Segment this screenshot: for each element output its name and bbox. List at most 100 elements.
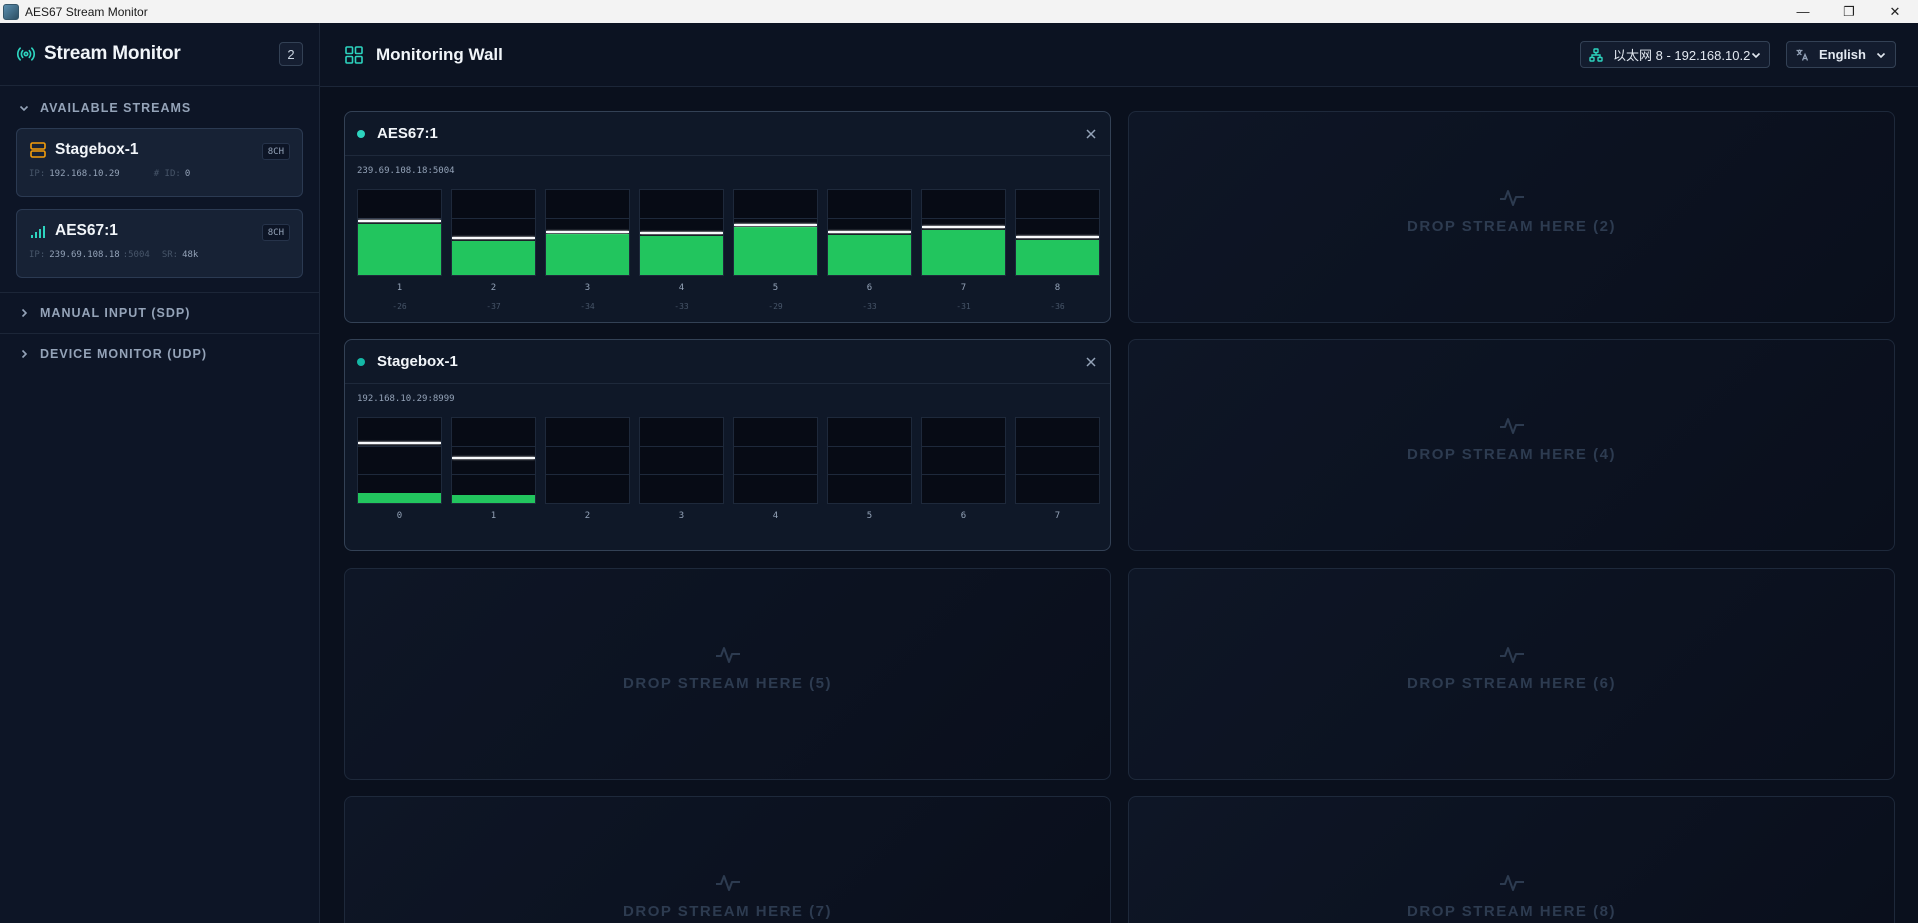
section-label: MANUAL INPUT (SDP): [40, 306, 191, 320]
close-icon: ✕: [1889, 3, 1901, 19]
db-readout: -26: [392, 302, 407, 311]
db-readout: -37: [486, 302, 501, 311]
level-meter: [921, 189, 1006, 276]
meter-channel: 4: [733, 417, 818, 521]
meter-gridline: [452, 446, 535, 448]
stream-card-stagebox[interactable]: Stagebox-1 8CH IP: 192.168.10.29 # ID: 0: [16, 128, 303, 197]
main-area: Monitoring Wall 以太网 8 - 192.168.10.2 Eng…: [320, 23, 1918, 923]
monitor-header: AES67:1: [345, 112, 1110, 156]
drop-slot-label: DROP STREAM HERE (4): [1407, 446, 1616, 463]
level-fill: [922, 229, 1005, 275]
meter-gridline: [922, 446, 1005, 448]
sidebar-header: Stream Monitor 2: [0, 23, 319, 86]
level-meter: [451, 417, 536, 504]
server-icon: [30, 142, 46, 158]
db-readout: -33: [862, 302, 877, 311]
meter-gridline: [358, 474, 441, 476]
drop-slot-7[interactable]: DROP STREAM HERE (7): [344, 796, 1111, 923]
meter-channel: 1: [451, 417, 536, 521]
peak-hold-line: [546, 230, 629, 233]
chevron-down-icon: [19, 105, 29, 112]
channel-label: 1: [490, 511, 497, 521]
meter-gridline: [734, 474, 817, 476]
broadcast-icon: [16, 47, 36, 61]
db-readout: -36: [1050, 302, 1065, 311]
level-meter: [545, 417, 630, 504]
network-icon: [1589, 47, 1603, 62]
peak-hold-line: [358, 220, 441, 223]
meter-gridline: [452, 218, 535, 220]
level-meter: [639, 417, 724, 504]
meter-gridline: [734, 218, 817, 220]
meter-bank: 1 -26 2 -37 3 -34 4 -33 5 -29 6 -33 7 -31 8 -36: [357, 189, 1100, 311]
channel-label: 1: [396, 283, 403, 293]
meter-gridline: [828, 474, 911, 476]
drop-slot-label: DROP STREAM HERE (8): [1407, 903, 1616, 920]
meter-channel: 5: [827, 417, 912, 521]
channel-label: 7: [960, 283, 967, 293]
chevron-down-icon: [1876, 52, 1886, 58]
section-manual-input[interactable]: MANUAL INPUT (SDP): [0, 293, 319, 333]
meter-gridline: [922, 474, 1005, 476]
stream-count-badge: 2: [279, 42, 303, 66]
level-meter: [1015, 189, 1100, 276]
minimize-icon: —: [1796, 4, 1810, 19]
meter-gridline: [358, 218, 441, 220]
meter-channel: 3: [639, 417, 724, 521]
signal-bars-icon: [31, 226, 45, 238]
peak-hold-line: [640, 232, 723, 235]
drop-slot-8[interactable]: DROP STREAM HERE (8): [1128, 796, 1895, 923]
meter-channel: 5 -29: [733, 189, 818, 311]
channel-count-badge: 8CH: [261, 143, 290, 160]
close-window-button[interactable]: ✕: [1872, 0, 1918, 23]
close-icon[interactable]: [1084, 355, 1098, 369]
monitor-card-aes67[interactable]: AES67:1 239.69.108.18:5004 1 -26 2 -37 3 -34 4…: [344, 111, 1111, 323]
monitor-card-stagebox[interactable]: Stagebox-1 192.168.10.29:8999 0 1 2 3 4 5 6 7: [344, 339, 1111, 551]
level-meter: [733, 417, 818, 504]
db-readout: -31: [956, 302, 971, 311]
drop-slot-4[interactable]: DROP STREAM HERE (4): [1128, 339, 1895, 551]
restore-button[interactable]: ❐: [1826, 0, 1872, 23]
drop-slot-5[interactable]: DROP STREAM HERE (5): [344, 568, 1111, 780]
level-meter: [1015, 417, 1100, 504]
level-fill: [452, 495, 535, 503]
stream-card-aes67[interactable]: AES67:1 8CH IP: 239.69.108.18 :5004 SR: …: [16, 209, 303, 278]
level-meter: [733, 189, 818, 276]
close-icon[interactable]: [1084, 127, 1098, 141]
meter-channel: 6 -33: [827, 189, 912, 311]
drop-slot-2[interactable]: DROP STREAM HERE (2): [1128, 111, 1895, 323]
pulse-icon: [715, 875, 740, 891]
monitor-address: 192.168.10.29:8999: [357, 394, 455, 404]
meter-gridline: [828, 218, 911, 220]
peak-hold-line: [452, 237, 535, 240]
drop-slot-label: DROP STREAM HERE (6): [1407, 675, 1616, 692]
app-icon: [3, 3, 19, 20]
pulse-icon: [715, 647, 740, 663]
window-title: AES67 Stream Monitor: [25, 4, 148, 19]
drop-slot-label: DROP STREAM HERE (2): [1407, 218, 1616, 235]
sidebar-title: Stream Monitor: [44, 43, 181, 64]
meter-gridline: [452, 474, 535, 476]
drop-slot-label: DROP STREAM HERE (5): [623, 675, 832, 692]
id-key: # ID:: [153, 169, 181, 179]
section-available-streams[interactable]: AVAILABLE STREAMS: [0, 88, 319, 128]
peak-hold-line: [452, 456, 535, 459]
channel-label: 0: [396, 511, 403, 521]
meter-gridline: [922, 218, 1005, 220]
pulse-icon: [1499, 875, 1524, 891]
ip-key: IP:: [29, 169, 46, 179]
meter-channel: 6: [921, 417, 1006, 521]
network-select-value: 以太网 8 - 192.168.10.2: [1613, 48, 1751, 63]
db-readout: -29: [768, 302, 783, 311]
language-select[interactable]: English: [1786, 41, 1896, 68]
drop-slot-6[interactable]: DROP STREAM HERE (6): [1128, 568, 1895, 780]
level-fill: [734, 227, 817, 275]
channel-label: 2: [490, 283, 497, 293]
minimize-button[interactable]: —: [1780, 0, 1826, 23]
network-interface-select[interactable]: 以太网 8 - 192.168.10.2: [1580, 41, 1770, 68]
meter-channel: 2: [545, 417, 630, 521]
section-device-monitor[interactable]: DEVICE MONITOR (UDP): [0, 334, 319, 374]
drop-slot-label: DROP STREAM HERE (7): [623, 903, 832, 920]
channel-label: 6: [866, 283, 873, 293]
meter-gridline: [1016, 474, 1099, 476]
